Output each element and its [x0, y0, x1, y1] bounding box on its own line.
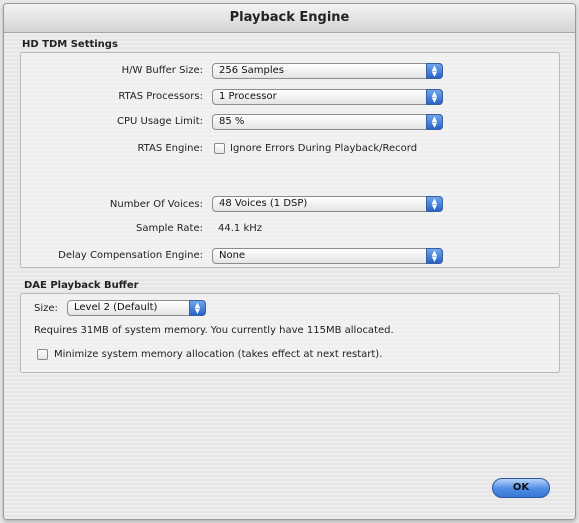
- delay-comp-value: None: [219, 250, 246, 261]
- dae-section-title: DAE Playback Buffer: [24, 280, 139, 291]
- voices-label: Number Of Voices:: [109, 199, 203, 210]
- voices-popup[interactable]: 48 Voices (1 DSP) ▲ ▼: [212, 196, 443, 212]
- rtas-processors-label: RTAS Processors:: [118, 91, 203, 102]
- dae-size-label: Size:: [34, 303, 58, 314]
- dae-size-value: Level 2 (Default): [74, 302, 158, 313]
- cpu-usage-label: CPU Usage Limit:: [116, 116, 203, 127]
- hw-buffer-label: H/W Buffer Size:: [121, 65, 203, 76]
- ok-button[interactable]: OK: [492, 478, 550, 498]
- rtas-engine-label: RTAS Engine:: [137, 143, 203, 154]
- minimize-memory-checkbox[interactable]: [37, 349, 48, 360]
- voices-value: 48 Voices (1 DSP): [219, 198, 308, 209]
- sample-rate-value: 44.1 kHz: [218, 223, 263, 234]
- hd-tdm-section-title: HD TDM Settings: [22, 39, 118, 50]
- hd-tdm-group: [20, 52, 560, 268]
- dae-size-popup[interactable]: Level 2 (Default) ▲ ▼: [67, 300, 206, 316]
- up-down-arrows-icon: ▲ ▼: [426, 114, 443, 130]
- dae-memory-text: Requires 31MB of system memory. You curr…: [34, 325, 394, 336]
- up-down-arrows-icon: ▲ ▼: [426, 248, 443, 264]
- cpu-usage-value: 85 %: [219, 116, 245, 127]
- window-title: Playback Engine: [4, 4, 575, 33]
- up-down-arrows-icon: ▲ ▼: [426, 196, 443, 212]
- hw-buffer-popup[interactable]: 256 Samples ▲ ▼: [212, 63, 443, 79]
- hw-buffer-value: 256 Samples: [219, 65, 284, 76]
- rtas-processors-popup[interactable]: 1 Processor ▲ ▼: [212, 89, 443, 105]
- up-down-arrows-icon: ▲ ▼: [189, 300, 206, 316]
- delay-comp-label: Delay Compensation Engine:: [58, 250, 203, 261]
- sample-rate-label: Sample Rate:: [136, 223, 203, 234]
- minimize-memory-label: Minimize system memory allocation (takes…: [54, 349, 383, 360]
- ignore-errors-checkbox[interactable]: [214, 143, 225, 154]
- rtas-processors-value: 1 Processor: [219, 91, 277, 102]
- playback-engine-dialog: Playback Engine HD TDM Settings H/W Buff…: [3, 3, 576, 520]
- up-down-arrows-icon: ▲ ▼: [426, 63, 443, 79]
- up-down-arrows-icon: ▲ ▼: [426, 89, 443, 105]
- delay-comp-popup[interactable]: None ▲ ▼: [212, 248, 443, 264]
- cpu-usage-popup[interactable]: 85 % ▲ ▼: [212, 114, 443, 130]
- ignore-errors-label: Ignore Errors During Playback/Record: [230, 143, 418, 154]
